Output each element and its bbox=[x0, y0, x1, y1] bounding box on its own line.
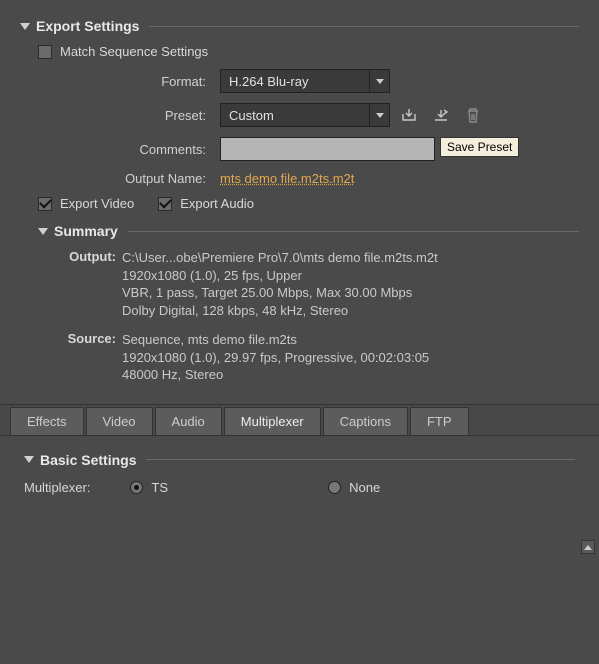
format-dropdown[interactable]: H.264 Blu-ray bbox=[220, 69, 390, 93]
export-settings-title: Export Settings bbox=[36, 18, 139, 34]
match-sequence-checkbox[interactable] bbox=[38, 45, 52, 59]
export-video-checkbox[interactable] bbox=[38, 197, 52, 211]
format-value: H.264 Blu-ray bbox=[229, 74, 308, 89]
summary-output-line3: VBR, 1 pass, Target 25.00 Mbps, Max 30.0… bbox=[122, 284, 438, 302]
trash-icon bbox=[466, 108, 480, 123]
summary-source-line1: Sequence, mts demo file.m2ts bbox=[122, 331, 429, 349]
export-tabs: Effects Video Audio Multiplexer Captions… bbox=[0, 404, 599, 436]
summary-source-line3: 48000 Hz, Stereo bbox=[122, 366, 429, 384]
multiplexer-row: Multiplexer: TS None bbox=[24, 480, 575, 495]
summary-block: Output: C:\User...obe\Premiere Pro\7.0\m… bbox=[60, 249, 579, 384]
chevron-down-icon bbox=[20, 23, 30, 30]
export-settings-header[interactable]: Export Settings bbox=[20, 18, 579, 34]
format-label: Format: bbox=[20, 74, 220, 89]
preset-row: Preset: Custom bbox=[20, 103, 579, 127]
chevron-down-icon bbox=[369, 104, 389, 126]
divider bbox=[146, 459, 575, 460]
match-sequence-label: Match Sequence Settings bbox=[60, 44, 208, 59]
import-preset-button[interactable] bbox=[428, 103, 454, 127]
tab-multiplexer[interactable]: Multiplexer bbox=[224, 407, 321, 435]
summary-source-line2: 1920x1080 (1.0), 29.97 fps, Progressive,… bbox=[122, 349, 429, 367]
summary-output-line1: C:\User...obe\Premiere Pro\7.0\mts demo … bbox=[122, 249, 438, 267]
basic-settings-header[interactable]: Basic Settings bbox=[24, 452, 575, 468]
match-sequence-row: Match Sequence Settings bbox=[38, 44, 579, 59]
format-row: Format: H.264 Blu-ray bbox=[20, 69, 579, 93]
preset-dropdown[interactable]: Custom bbox=[220, 103, 390, 127]
divider bbox=[149, 26, 579, 27]
save-icon bbox=[401, 108, 417, 122]
multiplexer-ts-label: TS bbox=[151, 480, 168, 495]
summary-source-label: Source: bbox=[60, 331, 116, 384]
summary-output-lines: C:\User...obe\Premiere Pro\7.0\mts demo … bbox=[122, 249, 438, 319]
chevron-down-icon bbox=[369, 70, 389, 92]
summary-source-row: Source: Sequence, mts demo file.m2ts 192… bbox=[60, 331, 579, 384]
multiplexer-ts-radio[interactable] bbox=[130, 481, 143, 494]
save-preset-button[interactable] bbox=[396, 103, 422, 127]
output-name-row: Output Name: mts demo file.m2ts.m2t bbox=[20, 171, 579, 186]
export-video-label: Export Video bbox=[60, 196, 134, 211]
tab-ftp[interactable]: FTP bbox=[410, 407, 469, 435]
save-preset-tooltip: Save Preset bbox=[440, 137, 519, 157]
export-settings-panel: Export Settings Match Sequence Settings … bbox=[0, 0, 599, 384]
basic-settings-panel: Basic Settings Multiplexer: TS None bbox=[0, 436, 599, 511]
comments-input[interactable] bbox=[220, 137, 435, 161]
summary-source-lines: Sequence, mts demo file.m2ts 1920x1080 (… bbox=[122, 331, 429, 384]
preset-label: Preset: bbox=[20, 108, 220, 123]
summary-header[interactable]: Summary bbox=[38, 223, 579, 239]
tab-effects[interactable]: Effects bbox=[10, 407, 84, 435]
scroll-up-button[interactable] bbox=[581, 540, 595, 554]
summary-output-line4: Dolby Digital, 128 kbps, 48 kHz, Stereo bbox=[122, 302, 438, 320]
summary-output-label: Output: bbox=[60, 249, 116, 319]
basic-settings-title: Basic Settings bbox=[40, 452, 136, 468]
comments-row: Comments: Save Preset bbox=[20, 137, 579, 161]
tab-video[interactable]: Video bbox=[86, 407, 153, 435]
preset-value: Custom bbox=[229, 108, 274, 123]
multiplexer-label: Multiplexer: bbox=[24, 480, 90, 495]
chevron-down-icon bbox=[38, 228, 48, 235]
multiplexer-none-label: None bbox=[349, 480, 380, 495]
delete-preset-button[interactable] bbox=[460, 103, 486, 127]
chevron-down-icon bbox=[24, 456, 34, 463]
export-av-row: Export Video Export Audio bbox=[38, 196, 579, 211]
comments-label: Comments: bbox=[20, 142, 220, 157]
tab-audio[interactable]: Audio bbox=[155, 407, 222, 435]
import-icon bbox=[433, 108, 449, 122]
summary-output-line2: 1920x1080 (1.0), 25 fps, Upper bbox=[122, 267, 438, 285]
tab-captions[interactable]: Captions bbox=[323, 407, 408, 435]
output-name-label: Output Name: bbox=[20, 171, 220, 186]
summary-output-row: Output: C:\User...obe\Premiere Pro\7.0\m… bbox=[60, 249, 579, 319]
export-audio-label: Export Audio bbox=[180, 196, 254, 211]
summary-title: Summary bbox=[54, 223, 118, 239]
output-name-link[interactable]: mts demo file.m2ts.m2t bbox=[220, 171, 354, 186]
export-audio-checkbox[interactable] bbox=[158, 197, 172, 211]
divider bbox=[128, 231, 579, 232]
multiplexer-none-radio[interactable] bbox=[328, 481, 341, 494]
